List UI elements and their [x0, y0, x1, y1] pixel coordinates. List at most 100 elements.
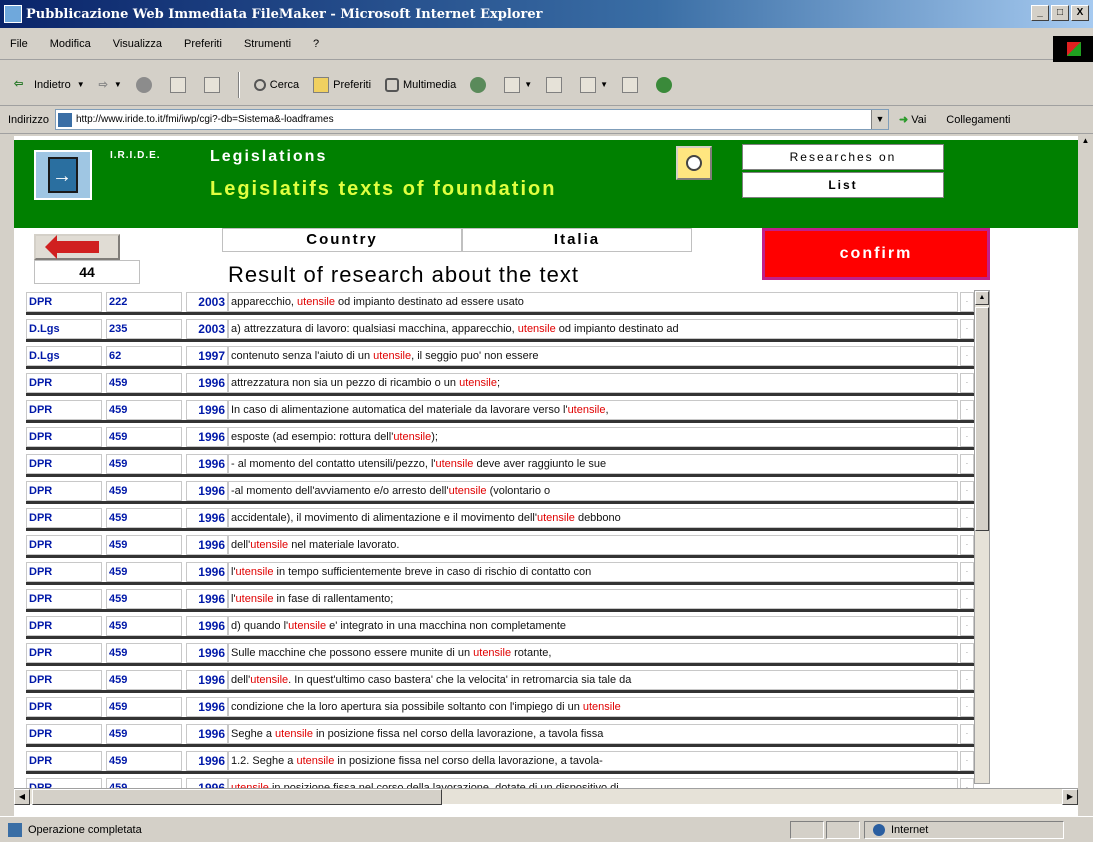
messenger-button[interactable] [656, 76, 676, 93]
law-type[interactable]: D.Lgs [26, 319, 102, 339]
law-number[interactable]: 459 [106, 724, 182, 744]
search-lens-button[interactable] [676, 146, 712, 180]
row-scroll-icon[interactable]: · [960, 346, 974, 366]
edit-button[interactable]: ▼ [580, 76, 608, 93]
law-type[interactable]: DPR [26, 400, 102, 420]
result-row[interactable]: DPR 459 1996 -al momento dell'avviamento e/… [26, 479, 974, 504]
law-number[interactable]: 459 [106, 616, 182, 636]
law-type[interactable]: DPR [26, 481, 102, 501]
row-scroll-icon[interactable]: · [960, 697, 974, 717]
row-scroll-icon[interactable]: · [960, 562, 974, 582]
row-scroll-icon[interactable]: · [960, 454, 974, 474]
window-titlebar[interactable]: Pubblicazione Web Immediata FileMaker - … [0, 0, 1093, 28]
maximize-button[interactable]: □ [1051, 5, 1069, 21]
refresh-button[interactable] [169, 76, 190, 93]
result-row[interactable]: DPR 459 1996 Seghe a utensile in posizione … [26, 722, 974, 747]
mail-button[interactable]: ▼ [504, 76, 532, 93]
law-number[interactable]: 459 [106, 562, 182, 582]
law-year[interactable]: 1996 [186, 535, 228, 555]
result-row[interactable]: DPR 459 1996 In caso di alimentazione autom… [26, 398, 974, 423]
row-scroll-icon[interactable]: · [960, 508, 974, 528]
law-year[interactable]: 1996 [186, 427, 228, 447]
back-dropdown-icon[interactable]: ▼ [77, 80, 85, 89]
law-type[interactable]: DPR [26, 751, 102, 771]
country-value[interactable]: Italia [462, 228, 692, 252]
law-year[interactable]: 1996 [186, 400, 228, 420]
law-number[interactable]: 235 [106, 319, 182, 339]
row-scroll-icon[interactable]: · [960, 724, 974, 744]
close-button[interactable]: X [1071, 5, 1089, 21]
law-year[interactable]: 1996 [186, 373, 228, 393]
discuss-button[interactable] [622, 76, 642, 93]
row-scroll-icon[interactable]: · [960, 751, 974, 771]
result-row[interactable]: DPR 459 1996 l'utensile in tempo sufficient… [26, 560, 974, 585]
law-number[interactable]: 459 [106, 589, 182, 609]
favorites-button[interactable]: Preferiti [313, 76, 371, 93]
law-year[interactable]: 2003 [186, 292, 228, 312]
law-year[interactable]: 1996 [186, 697, 228, 717]
scroll-right-icon[interactable]: ▶ [1062, 789, 1078, 805]
law-number[interactable]: 459 [106, 481, 182, 501]
back-page-button[interactable] [34, 234, 120, 260]
row-scroll-icon[interactable]: · [960, 535, 974, 555]
law-type[interactable]: DPR [26, 427, 102, 447]
law-number[interactable]: 459 [106, 427, 182, 447]
law-number[interactable]: 62 [106, 346, 182, 366]
law-number[interactable]: 459 [106, 535, 182, 555]
menu-visualizza[interactable]: Visualizza [113, 38, 162, 50]
forward-dropdown-icon[interactable]: ▼ [114, 80, 122, 89]
law-type[interactable]: DPR [26, 373, 102, 393]
law-year[interactable]: 1996 [186, 481, 228, 501]
horizontal-scrollbar[interactable]: ◀ ▶ [14, 788, 1078, 805]
print-button[interactable] [546, 76, 566, 93]
law-type[interactable]: DPR [26, 292, 102, 312]
result-row[interactable]: D.Lgs 62 1997 contenuto senza l'aiuto di un… [26, 344, 974, 369]
home-button[interactable] [203, 76, 224, 93]
row-scroll-icon[interactable]: · [960, 616, 974, 636]
law-type[interactable]: DPR [26, 724, 102, 744]
law-year[interactable]: 1996 [186, 643, 228, 663]
result-row[interactable]: DPR 459 1996 Sulle macchine che possono ess… [26, 641, 974, 666]
result-row[interactable]: DPR 459 1996 dell'utensile nel materiale la… [26, 533, 974, 558]
law-type[interactable]: DPR [26, 535, 102, 555]
exit-door-icon[interactable] [34, 150, 92, 200]
law-year[interactable]: 1996 [186, 670, 228, 690]
law-type[interactable]: DPR [26, 697, 102, 717]
row-scroll-icon[interactable]: · [960, 319, 974, 339]
history-button[interactable] [470, 76, 490, 93]
scroll-thumb[interactable] [975, 307, 989, 531]
result-row[interactable]: DPR 459 1996 dell'utensile. In quest'ultimo… [26, 668, 974, 693]
row-scroll-icon[interactable]: · [960, 643, 974, 663]
law-number[interactable]: 459 [106, 670, 182, 690]
law-type[interactable]: DPR [26, 643, 102, 663]
results-scrollbar[interactable]: ▲ [974, 290, 990, 784]
law-type[interactable]: DPR [26, 616, 102, 636]
law-year[interactable]: 1996 [186, 562, 228, 582]
edit-dropdown-icon[interactable]: ▼ [600, 80, 608, 89]
law-type[interactable]: DPR [26, 508, 102, 528]
menu-preferiti[interactable]: Preferiti [184, 38, 222, 50]
law-year[interactable]: 1996 [186, 508, 228, 528]
menu-strumenti[interactable]: Strumenti [244, 38, 291, 50]
result-row[interactable]: DPR 459 1996 attrezzatura non sia un pezzo … [26, 371, 974, 396]
law-number[interactable]: 459 [106, 697, 182, 717]
window-scrollbar[interactable]: ▲ [1078, 136, 1093, 816]
law-number[interactable]: 459 [106, 508, 182, 528]
result-row[interactable]: DPR 459 1996- al momento del contatto uten… [26, 452, 974, 477]
law-year[interactable]: 1996 [186, 589, 228, 609]
menu-modifica[interactable]: Modifica [50, 38, 91, 50]
law-year[interactable]: 1997 [186, 346, 228, 366]
law-year[interactable]: 1996 [186, 616, 228, 636]
law-number[interactable]: 222 [106, 292, 182, 312]
minimize-button[interactable]: _ [1031, 5, 1049, 21]
law-year[interactable]: 1996 [186, 724, 228, 744]
law-year[interactable]: 2003 [186, 319, 228, 339]
law-number[interactable]: 459 [106, 373, 182, 393]
multimedia-button[interactable]: Multimedia [385, 77, 456, 92]
law-number[interactable]: 459 [106, 400, 182, 420]
row-scroll-icon[interactable]: · [960, 589, 974, 609]
mail-dropdown-icon[interactable]: ▼ [524, 80, 532, 89]
row-scroll-icon[interactable]: · [960, 373, 974, 393]
law-type[interactable]: D.Lgs [26, 346, 102, 366]
address-dropdown-icon[interactable]: ▼ [870, 110, 888, 129]
